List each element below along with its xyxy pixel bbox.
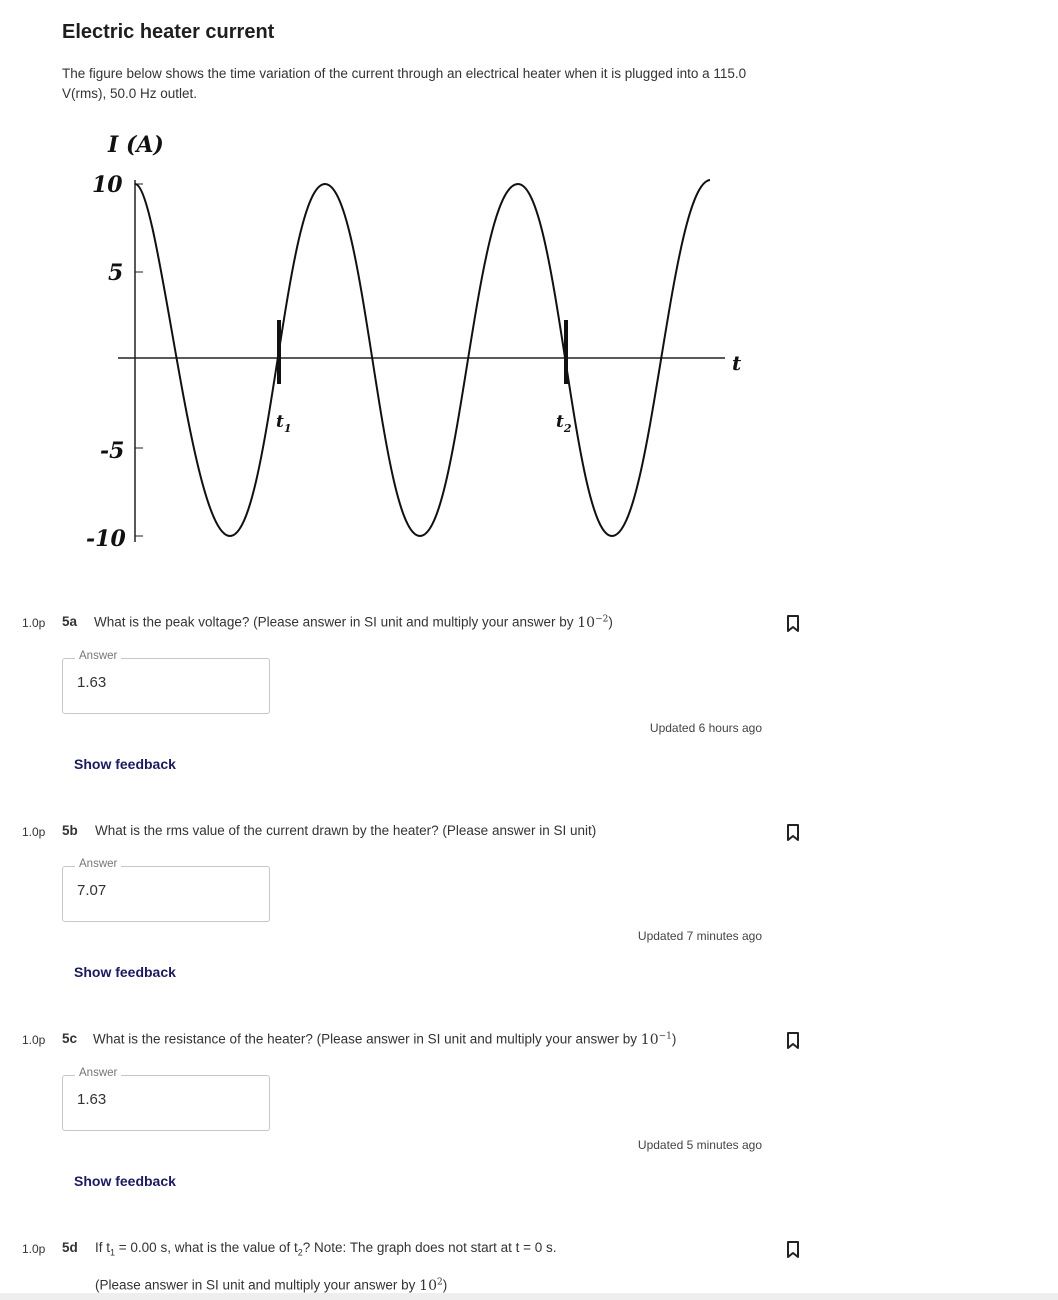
t2-marker-subscript: 2	[563, 422, 572, 435]
svg-text:t1: t1	[276, 412, 292, 435]
question-number: 5a	[62, 614, 78, 629]
question-text: What is the rms value of the current dra…	[95, 823, 597, 838]
t1-marker-subscript: 1	[284, 422, 292, 435]
question-5a: 1.0p 5a What is the peak voltage? (Pleas…	[0, 611, 1058, 635]
t2-marker-label: t	[556, 412, 564, 432]
question-5c: 1.0p 5c What is the resistance of the he…	[0, 1028, 1058, 1052]
question-intro: The figure below shows the time variatio…	[62, 66, 747, 101]
svg-text:t2: t2	[556, 412, 572, 435]
show-feedback-button[interactable]: Show feedback	[74, 1173, 176, 1189]
answer-input-5c[interactable]	[77, 1091, 257, 1108]
question-number: 5d	[62, 1240, 78, 1255]
page-title: Electric heater current	[62, 21, 275, 43]
show-feedback-button[interactable]: Show feedback	[74, 964, 176, 980]
points-label: 1.0p	[22, 825, 46, 839]
y-tick-label-10: 10	[92, 172, 123, 198]
bookmark-icon[interactable]	[785, 823, 801, 843]
bookmark-icon[interactable]	[785, 614, 801, 634]
question-text: If t1 = 0.00 s, what is the value of t2?…	[95, 1240, 557, 1258]
bookmark-icon[interactable]	[785, 1240, 801, 1260]
answer-input-5a[interactable]	[77, 674, 257, 691]
y-axis-label: I (A)	[107, 132, 164, 158]
show-feedback-button[interactable]: Show feedback	[74, 756, 176, 772]
answer-label: Answer	[75, 650, 122, 662]
answer-label: Answer	[75, 858, 122, 870]
answer-label: Answer	[75, 1067, 122, 1079]
points-label: 1.0p	[22, 1033, 46, 1047]
points-label: 1.0p	[22, 616, 46, 630]
updated-timestamp: Updated 7 minutes ago	[637, 929, 762, 943]
answer-field-5c: Answer	[62, 1067, 270, 1131]
question-text-line2: (Please answer in SI unit and multiply y…	[95, 1277, 448, 1294]
question-5b: 1.0p 5b What is the rms value of the cur…	[0, 820, 1058, 844]
y-tick-label-5: 5	[108, 260, 123, 286]
answer-input-5b[interactable]	[77, 882, 257, 899]
question-number: 5b	[62, 823, 78, 838]
bottom-scroll-edge	[0, 1293, 1058, 1300]
answer-field-5b: Answer	[62, 858, 270, 922]
t1-marker-label: t	[276, 412, 284, 432]
current-vs-time-figure: I (A) 10 5 -5 -10 t t1 t2	[86, 132, 742, 552]
question-number: 5c	[62, 1031, 78, 1046]
question-text: What is the resistance of the heater? (P…	[93, 1031, 677, 1048]
y-tick-label-neg10: -10	[86, 526, 126, 552]
question-text: What is the peak voltage? (Please answer…	[94, 614, 613, 631]
answer-field-5a: Answer	[62, 650, 270, 714]
bookmark-icon[interactable]	[785, 1031, 801, 1051]
points-label: 1.0p	[22, 1242, 46, 1256]
updated-timestamp: Updated 5 minutes ago	[637, 1138, 762, 1152]
updated-timestamp: Updated 6 hours ago	[649, 721, 762, 735]
y-tick-label-neg5: -5	[100, 438, 124, 464]
question-5d: 1.0p 5d If t1 = 0.00 s, what is the valu…	[0, 1237, 1058, 1261]
x-axis-label: t	[732, 351, 742, 375]
